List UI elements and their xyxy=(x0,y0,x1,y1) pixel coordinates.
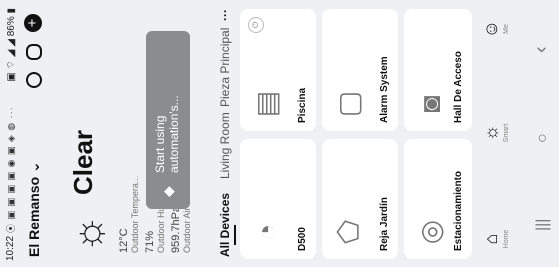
tab-living-room[interactable]: Living Room xyxy=(218,112,232,179)
tag-icon: ◆ xyxy=(160,186,176,197)
device-name: Alarm System xyxy=(379,56,390,123)
room-tabs: All Devices Living Room Pieza Principal … xyxy=(214,0,238,267)
automation-card[interactable]: ◆ Start using automation's... xyxy=(146,31,190,209)
more-icon[interactable]: ··· xyxy=(218,9,232,21)
home-icon: ⌂ xyxy=(481,233,501,245)
status-battery: ▣ ⌔ ◢ ◢ 86% ▮ xyxy=(6,8,17,82)
status-time: 10:22 xyxy=(5,235,16,261)
nav-label: Me xyxy=(503,24,510,34)
gate-icon: ⬠ xyxy=(333,219,364,245)
device-name: Estacionamiento xyxy=(453,170,464,251)
nav-label: Smart xyxy=(503,123,510,143)
app-screen: 10:22 ⦿ ▣ ▣ ▣ ▣ ◉ ▣ ◈ ◍ ··· ▣ ⌔ ◢ ◢ 86% … xyxy=(0,0,559,267)
home-selector[interactable]: El Remanso ⌄ xyxy=(26,161,43,257)
add-device-button[interactable]: + xyxy=(24,14,42,32)
device-card[interactable]: ▤ Piscina ⏻ xyxy=(240,9,316,131)
me-icon: ☺ xyxy=(481,19,501,39)
device-name: Hall De Acceso xyxy=(453,51,464,123)
device-name: Reja Jardín xyxy=(379,197,390,251)
device-card[interactable]: ◎ Estacionamiento xyxy=(404,139,472,259)
nav-smart[interactable]: ☼ Smart xyxy=(480,113,510,153)
tab-pieza-principal[interactable]: Pieza Principal xyxy=(218,28,232,107)
device-grid: ◔ D500 ▤ Piscina ⏻ ⬠ Reja Jardín ▢ Alarm… xyxy=(240,0,472,267)
header-actions: + xyxy=(24,8,44,88)
device-name: D500 xyxy=(297,227,308,251)
camera-icon: ◎ xyxy=(415,219,446,245)
nav-home[interactable]: ⌂ Home xyxy=(480,219,510,259)
camera-icon: ◙ xyxy=(415,95,446,113)
device-name: Piscina xyxy=(297,87,308,123)
tab-indicator xyxy=(234,225,236,245)
device-card[interactable]: ▢ Alarm System xyxy=(322,9,398,131)
device-card[interactable]: ◔ D500 xyxy=(240,139,316,259)
home-button-icon[interactable]: ○ xyxy=(534,133,552,143)
voice-assistant-icon[interactable] xyxy=(26,72,42,88)
recents-icon[interactable]: ||| xyxy=(534,219,552,231)
switch-icon: ▤ xyxy=(251,90,282,118)
device-card[interactable]: ⬠ Reja Jardín xyxy=(322,139,398,259)
tab-all-devices[interactable]: All Devices xyxy=(218,193,232,257)
weather-item-temperature: 12°C Outdoor Tempera... xyxy=(118,175,140,253)
device-card[interactable]: ◙ Hall De Acceso xyxy=(404,9,472,131)
nav-me[interactable]: ☺ Me xyxy=(480,9,510,49)
hub-icon: ▢ xyxy=(333,90,364,118)
weather-condition: Clear xyxy=(68,129,98,195)
power-icon[interactable]: ⏻ xyxy=(248,17,264,33)
system-nav: ||| ○ ‹ xyxy=(530,0,559,267)
nav-label: Home xyxy=(503,229,510,249)
sun-icon: ☼ xyxy=(64,214,111,254)
status-notification-icons: ⦿ ▣ ▣ ▣ ▣ ◉ ▣ ◈ ◍ ··· xyxy=(6,106,16,233)
automation-label: Start using automation's... xyxy=(153,95,181,173)
home-name: El Remanso xyxy=(26,176,42,257)
chevron-down-icon: ⌄ xyxy=(26,161,42,173)
back-icon[interactable]: ‹ xyxy=(530,46,553,53)
bottom-nav: ⌂ Home ☼ Smart ☺ Me xyxy=(474,0,526,267)
scan-icon[interactable] xyxy=(26,44,42,60)
smart-icon: ☼ xyxy=(481,124,501,142)
status-bar: 10:22 ⦿ ▣ ▣ ▣ ▣ ◉ ▣ ◈ ◍ ··· ▣ ⌔ ◢ ◢ 86% … xyxy=(0,0,22,267)
robot-vacuum-icon: ◔ xyxy=(251,223,282,241)
